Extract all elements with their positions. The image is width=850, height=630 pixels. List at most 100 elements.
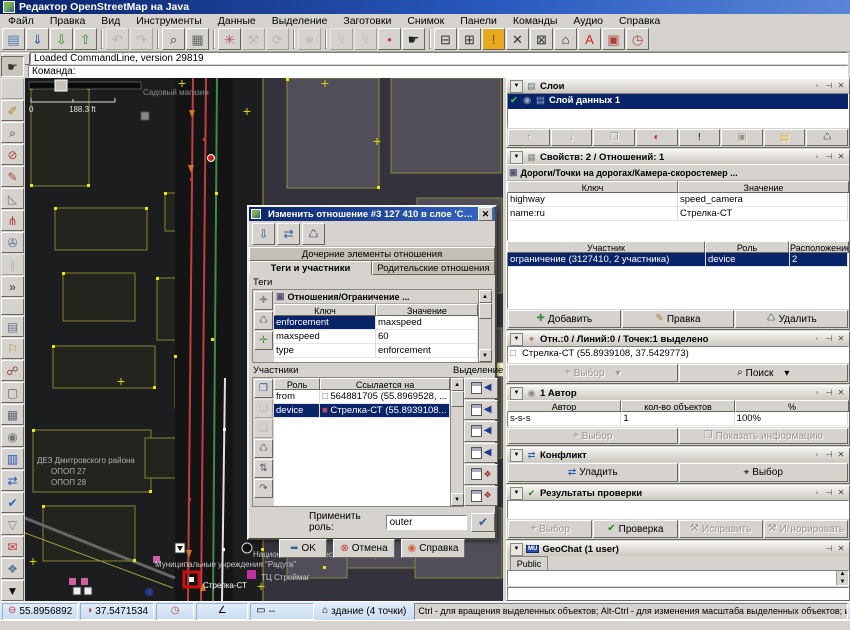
select-members-1-icon[interactable]: ◀ <box>464 378 498 399</box>
train-icon[interactable]: ⊠ <box>530 28 553 50</box>
sticky-icon[interactable]: ◦ <box>812 81 822 91</box>
filter-toggle-icon[interactable]: ▽ <box>1 514 24 535</box>
member-row[interactable]: from □ 564881705 (55.8969528, ... <box>274 390 450 404</box>
authors-toggle-icon[interactable]: ◉ <box>1 426 24 447</box>
collapse-icon[interactable]: ▼ <box>510 487 523 500</box>
relations-toggle-icon[interactable]: ☍ <box>1 360 24 381</box>
layer-up-icon[interactable]: ↑ <box>508 129 550 146</box>
scroll-up-icon[interactable]: ▲ <box>837 571 848 577</box>
close-panel-icon[interactable]: ✕ <box>836 152 846 162</box>
collapse-icon[interactable]: ▼ <box>510 449 523 462</box>
layer-down-icon[interactable]: ↓ <box>551 129 593 146</box>
layer-copy-icon[interactable]: ❐ <box>593 129 635 146</box>
tag-row[interactable]: enforcement maxspeed <box>274 316 478 330</box>
bus-icon[interactable]: ⊞ <box>458 28 481 50</box>
dialog-close-icon[interactable]: ✕ <box>478 207 493 221</box>
conflicts-toggle-icon[interactable]: ⇄ <box>1 470 24 491</box>
paste-tags-icon[interactable]: ✛ <box>254 331 273 350</box>
tags-col-value[interactable]: Значение <box>376 304 478 316</box>
tag-row[interactable]: maxspeed 60 <box>274 330 478 344</box>
parallel-tool-icon[interactable]: ∥ <box>1 254 24 275</box>
menu-item[interactable]: Данные <box>210 15 264 27</box>
membership-col-role[interactable]: Роль <box>705 241 789 253</box>
menu-item[interactable]: Выделение <box>264 15 336 27</box>
wrench-icon[interactable]: ⚒ <box>242 28 265 50</box>
draw-way-tool-icon[interactable]: ✎ <box>1 166 24 187</box>
layers-toggle-icon[interactable]: ▤ <box>1 316 24 337</box>
close-panel-icon[interactable]: ✕ <box>836 388 846 398</box>
menu-item[interactable]: Команды <box>505 15 566 27</box>
geochat-tab-public[interactable]: Public <box>510 556 548 570</box>
copy-members-icon[interactable]: ❏ <box>254 399 273 418</box>
authors-info-button[interactable]: ❐Показать информацию <box>679 428 849 444</box>
command-input[interactable]: Команда: <box>28 65 848 78</box>
factory-icon[interactable]: ⌂ <box>554 28 577 50</box>
commands-toggle-icon[interactable]: ▥ <box>1 448 24 469</box>
resolve-conflict-button[interactable]: ⇄Уладить <box>508 463 678 482</box>
validator-fix-button[interactable]: ⚒Исправить <box>679 520 763 538</box>
role-input[interactable]: outer <box>386 515 467 530</box>
map-expander-icon[interactable]: ▼ <box>1 580 24 601</box>
reverse-members-icon[interactable]: ↷ <box>254 479 273 498</box>
menu-item[interactable]: Аудио <box>565 15 611 27</box>
pin-icon[interactable]: ⊣ <box>824 152 834 162</box>
members-col-refers[interactable]: Ссылается на <box>320 378 450 390</box>
layers2-toggle-icon[interactable]: ▦ <box>1 404 24 425</box>
collapse-icon[interactable]: ▼ <box>510 387 523 400</box>
add-tag-icon[interactable]: ✚ <box>254 291 273 310</box>
apply-and-close-icon[interactable]: ⇩ <box>252 223 275 245</box>
select-relation-members-1-icon[interactable]: ❖ <box>464 464 498 485</box>
select-tool-icon[interactable]: ☛ <box>1 56 24 77</box>
flash-icon[interactable]: ↯ <box>330 28 353 50</box>
close-panel-icon[interactable]: ✕ <box>836 488 846 498</box>
menu-item[interactable]: Правка <box>42 15 93 27</box>
delete-tag-icon[interactable]: ♺ <box>254 311 273 330</box>
refresh-relation-icon[interactable]: ⇄ <box>277 223 300 245</box>
warning-icon[interactable]: ! <box>482 28 505 50</box>
members-scrollbar[interactable]: ▲▼ <box>450 378 463 506</box>
selection-toggle-icon[interactable]: ▢ <box>1 382 24 403</box>
collapse-icon[interactable]: ▼ <box>510 151 523 164</box>
menu-item[interactable]: Вид <box>93 15 128 27</box>
conflict-select-button[interactable]: ⌖Выбор <box>679 463 849 482</box>
collapse-icon[interactable]: ▼ <box>510 333 523 346</box>
paste-members-icon[interactable]: ❐ <box>254 379 273 398</box>
delete-member-icon[interactable]: ♺ <box>254 439 273 458</box>
layer-merge-icon[interactable]: ▣ <box>721 129 763 146</box>
tab-parent-relations[interactable]: Родительские отношения <box>372 261 495 275</box>
sticky-icon[interactable]: ◦ <box>812 450 822 460</box>
apply-role-icon[interactable]: ✔ <box>471 513 495 532</box>
flash2-icon[interactable]: ↯ <box>354 28 377 50</box>
improve-way-tool-icon[interactable]: ✐ <box>1 100 24 121</box>
selection-item[interactable]: □ Стрелка-СТ (55.8939108, 37.5429773) <box>508 347 848 362</box>
help-button[interactable]: ◉Справка <box>401 539 465 558</box>
membership-col-member[interactable]: Участник <box>507 241 705 253</box>
close-panel-icon[interactable]: ✕ <box>836 450 846 460</box>
add-property-button[interactable]: ✚Добавить <box>508 310 621 328</box>
dialog-title-bar[interactable]: Изменить отношение #3 127 410 в слое 'Сл… <box>249 207 495 221</box>
menu-item[interactable]: Инструменты <box>128 15 209 27</box>
layer-delete-icon[interactable]: ♺ <box>806 129 848 146</box>
validator-check-button[interactable]: ✔Проверка <box>593 520 677 538</box>
tags-col-key[interactable]: Ключ <box>274 304 376 316</box>
scroll-down-icon[interactable]: ▼ <box>837 579 848 585</box>
geochat-toggle-icon[interactable]: ✉ <box>1 536 24 557</box>
delete-tool-icon[interactable]: ⊘ <box>1 144 24 165</box>
red-point-icon[interactable]: • <box>378 28 401 50</box>
speed-camera-icon[interactable]: ▣ <box>602 28 625 50</box>
sticky-icon[interactable]: ◦ <box>812 488 822 498</box>
tags-toggle-icon[interactable]: ⚐ <box>1 338 24 359</box>
collapse-icon[interactable]: ▼ <box>510 543 523 556</box>
ok-button[interactable]: ➥OK <box>279 539 327 558</box>
menu-item[interactable]: Справка <box>611 15 668 27</box>
pin-icon[interactable]: ⊣ <box>824 488 834 498</box>
tag-row[interactable]: type enforcement <box>274 344 478 358</box>
membership-row[interactable]: ограничение (3127410, 2 участника) devic… <box>508 253 848 267</box>
text-a-icon[interactable]: A <box>578 28 601 50</box>
close-x-icon[interactable]: ✕ <box>506 28 529 50</box>
properties-preset-banner[interactable]: ▣ Дороги/Точки на дорогах/Камера-скорост… <box>507 164 849 181</box>
refresh-icon[interactable]: ⟳ <box>266 28 289 50</box>
more-tools-icon[interactable]: » <box>1 276 24 297</box>
validator-results-list[interactable] <box>507 500 849 519</box>
pin-icon[interactable]: ⊣ <box>824 544 834 554</box>
